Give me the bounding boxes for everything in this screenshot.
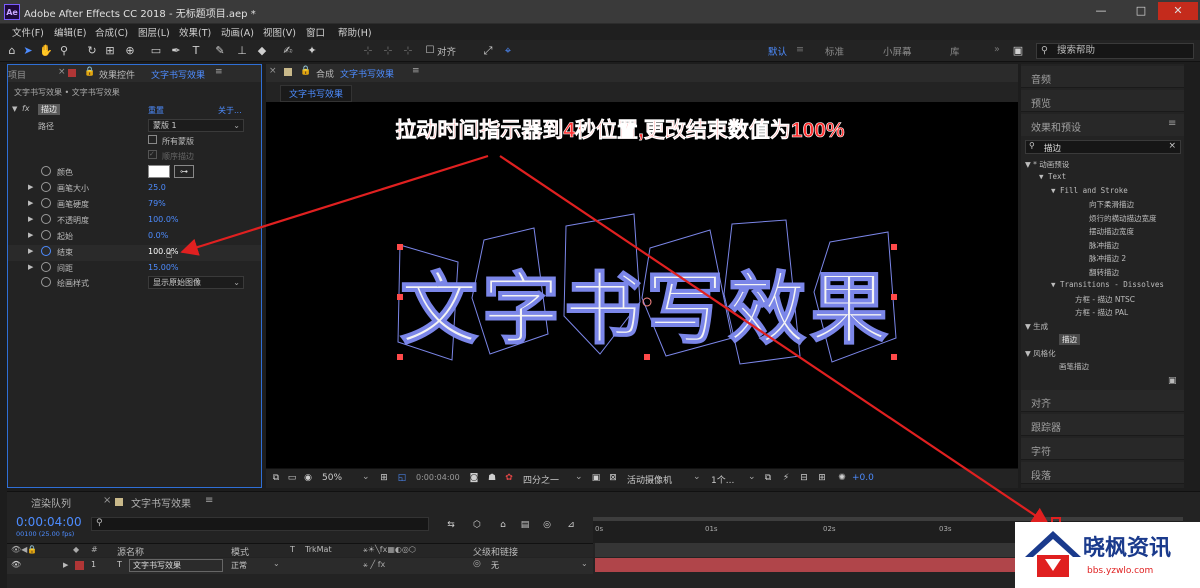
tutorial-annotation-overlay: 拉动时间指示器到4秒位置,更改结束数值为100% [180, 118, 1050, 525]
site-watermark: 晓枫资讯 bbs.yzwlo.com [1015, 522, 1200, 588]
annotation-caption: 拉动时间指示器到4秒位置,更改结束数值为100% [395, 118, 845, 142]
annotation-arrow-to-playhead [499, 155, 1050, 525]
watermark-brand: 晓枫资讯 [1083, 536, 1172, 561]
annotation-arrow-to-end-value [180, 154, 489, 256]
watermark-url: bbs.yzwlo.com [1087, 566, 1154, 576]
house-logo-icon [1025, 531, 1081, 577]
